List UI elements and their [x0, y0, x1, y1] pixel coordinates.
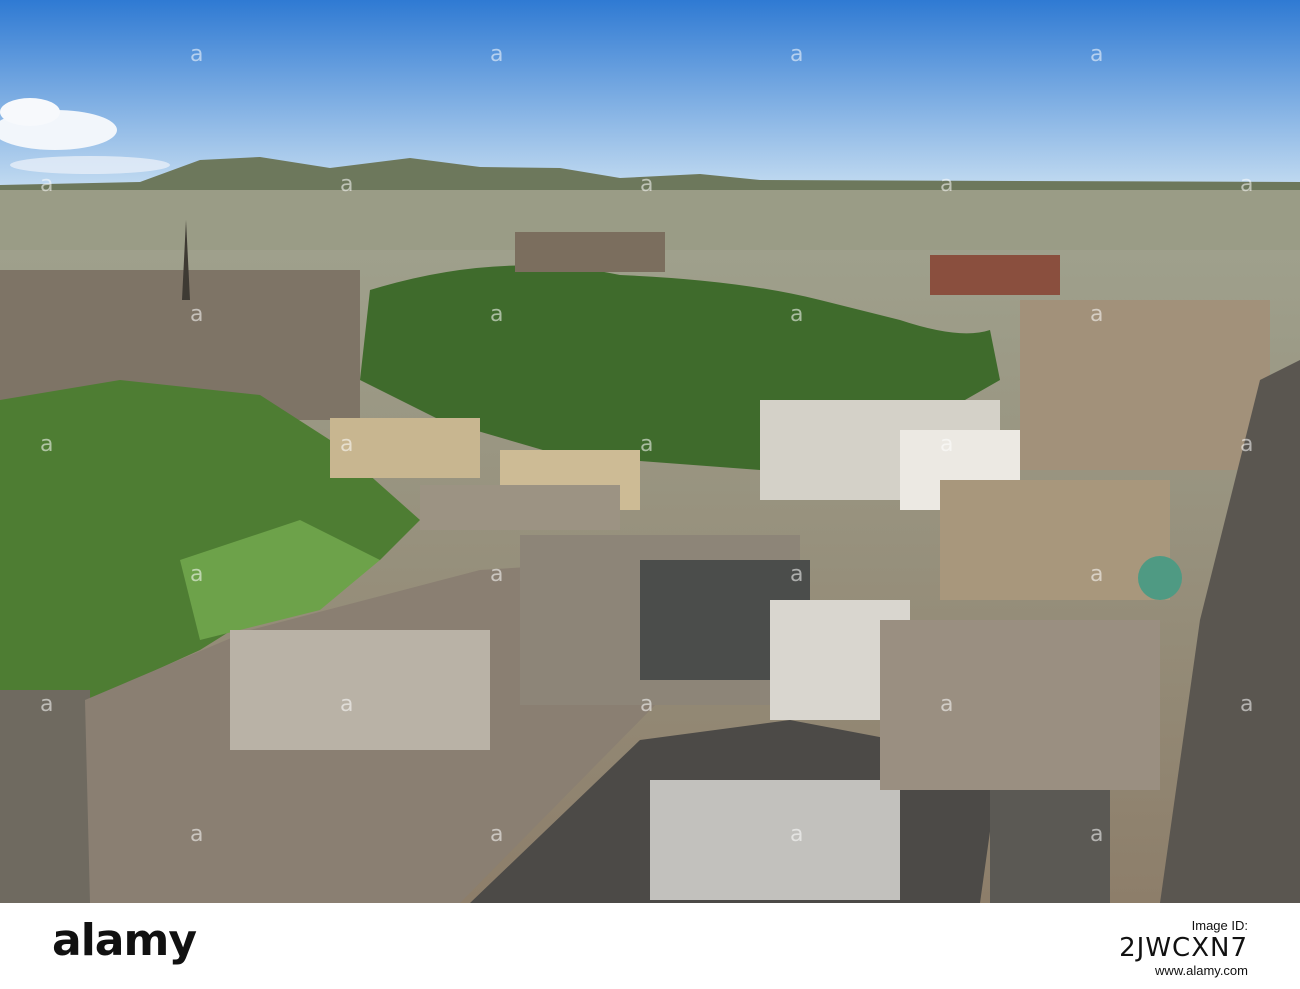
- watermark: a: [340, 172, 354, 197]
- watermark: a: [340, 692, 354, 717]
- watermark: a: [640, 172, 654, 197]
- rooftop-plant: [650, 780, 900, 900]
- watermark: a: [790, 42, 804, 67]
- watermark: a: [1090, 302, 1104, 327]
- image-id: 2JWCXN7: [1119, 933, 1248, 963]
- watermark: a: [490, 822, 504, 847]
- image-id-label: Image ID:: [1191, 918, 1248, 933]
- brand-logo[interactable]: alamy: [52, 915, 197, 966]
- building-block: [1020, 300, 1270, 470]
- building-block: [880, 620, 1160, 790]
- watermark: a: [940, 432, 954, 457]
- watermark: a: [1090, 822, 1104, 847]
- sky: [0, 0, 1300, 190]
- watermark: a: [190, 302, 204, 327]
- watermark: a: [190, 42, 204, 67]
- watermark: a: [40, 172, 54, 197]
- site-url[interactable]: www.alamy.com: [1119, 963, 1248, 978]
- aerial-photo: a a a a a a a a a a a a a a a a a a a a …: [0, 0, 1300, 903]
- brand-name: alamy: [52, 915, 197, 966]
- watermark: a: [190, 822, 204, 847]
- watermark: a: [490, 302, 504, 327]
- building-block: [940, 480, 1170, 600]
- hotel-building: [930, 255, 1060, 295]
- watermark: a: [490, 562, 504, 587]
- watermark: a: [1240, 692, 1254, 717]
- watermark: a: [940, 692, 954, 717]
- watermark: a: [790, 822, 804, 847]
- watermark: a: [1090, 42, 1104, 67]
- foreground-building: [0, 690, 90, 903]
- cloud: [0, 98, 60, 126]
- watermark: a: [790, 302, 804, 327]
- green-dome: [1138, 556, 1182, 600]
- watermark: a: [490, 42, 504, 67]
- watermark: a: [1090, 562, 1104, 587]
- plaza: [420, 485, 620, 530]
- watermark: a: [1240, 172, 1254, 197]
- watermark: a: [40, 692, 54, 717]
- castle: [515, 232, 665, 272]
- cloud: [10, 156, 170, 174]
- rooftops: [230, 630, 490, 750]
- watermark: a: [640, 432, 654, 457]
- watermark: a: [40, 432, 54, 457]
- watermark: a: [340, 432, 354, 457]
- image-meta: Image ID: 2JWCXN7 www.alamy.com: [1119, 918, 1248, 978]
- watermark: a: [190, 562, 204, 587]
- watermark: a: [790, 562, 804, 587]
- watermark: a: [640, 692, 654, 717]
- watermark: a: [940, 172, 954, 197]
- watermark: a: [1240, 432, 1254, 457]
